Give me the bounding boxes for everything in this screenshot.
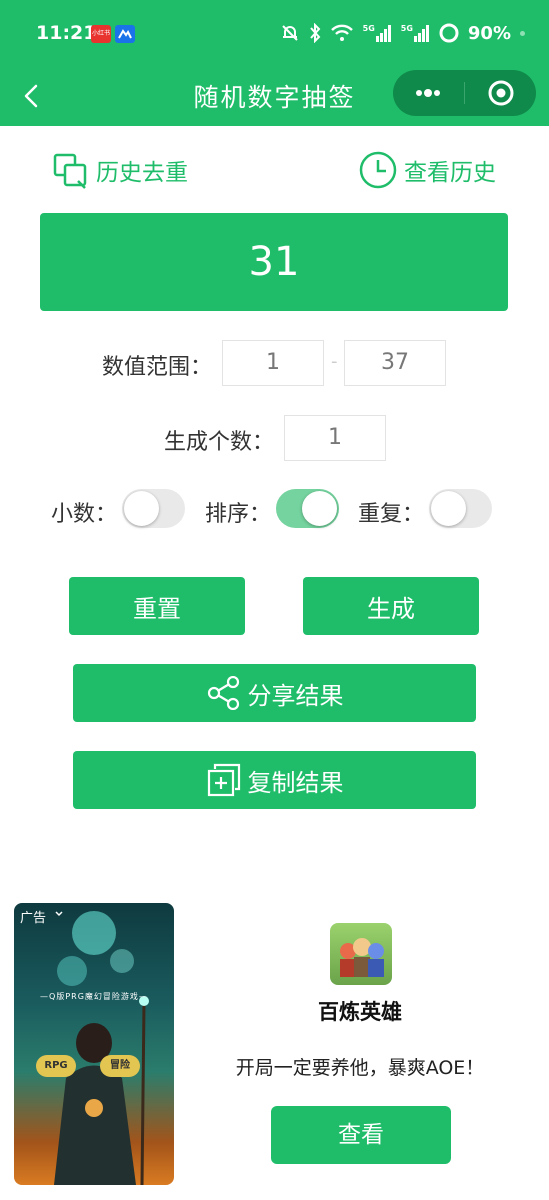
heroes-icon	[340, 938, 384, 977]
sort-label: 排序：	[205, 502, 272, 527]
copy-icon	[207, 763, 240, 797]
dedup-icon	[53, 153, 87, 189]
repeat-toggle[interactable]	[429, 489, 492, 528]
share-result-button[interactable]: 分享结果	[73, 664, 476, 722]
range-label: 数值范围：	[102, 355, 213, 380]
ad-view-button[interactable]: 查看	[271, 1106, 451, 1164]
ad-artwork	[54, 911, 149, 1185]
mute-bell-icon	[281, 25, 298, 41]
reset-button[interactable]: 重置	[69, 577, 245, 635]
status-time: 11:21	[36, 22, 97, 44]
ad-image[interactable]: 广告 —Q版PRG魔幻冒险游戏— RPG 冒险	[14, 903, 174, 1185]
signal-5g-icon: 5G	[363, 24, 392, 42]
range-max-input[interactable]: 37	[344, 340, 446, 386]
status-right: 5G 5G 90%	[280, 20, 525, 46]
rpg-badge: RPG	[36, 1055, 76, 1077]
toggle-knob	[431, 491, 466, 526]
ad-app-name: 百炼英雄	[318, 1000, 402, 1024]
copy-label: 复制结果	[247, 768, 344, 797]
copy-result-button[interactable]: 复制结果	[73, 751, 476, 809]
close-mini-program-button[interactable]	[465, 70, 536, 116]
ad-app-icon[interactable]	[330, 923, 392, 985]
range-separator: -	[331, 351, 338, 372]
share-icon	[207, 676, 239, 710]
network-5g-label: 5G	[362, 24, 375, 33]
view-history-label: 查看历史	[404, 160, 496, 186]
ad-banner-text: —Q版PRG魔幻冒险游戏—	[40, 992, 148, 1001]
result-display: 31	[40, 213, 508, 311]
decimal-label: 小数：	[51, 502, 118, 527]
xiaohongshu-app-icon: 小红书	[91, 25, 111, 43]
wifi-icon	[330, 24, 353, 41]
sort-toggle[interactable]	[276, 489, 339, 528]
repeat-label: 重复：	[358, 502, 425, 527]
count-input[interactable]: 1	[284, 415, 386, 461]
generate-label: 生成	[367, 594, 415, 623]
toggle-knob	[302, 491, 337, 526]
range-min-input[interactable]: 1	[222, 340, 324, 386]
mini-program-capsule	[393, 70, 536, 116]
navbar: 随机数字抽签	[0, 66, 549, 126]
count-label: 生成个数：	[164, 430, 275, 455]
ad-tag[interactable]: 广告	[20, 907, 46, 926]
signal-5g-icon: 5G	[401, 24, 430, 42]
battery-icon	[439, 23, 459, 43]
header: 11:21 小红书 5G 5G 90% 随机数字抽签	[0, 0, 549, 126]
target-circle-icon	[488, 80, 514, 106]
bluetooth-icon	[309, 23, 320, 43]
toggle-knob	[124, 491, 159, 526]
view-history-link[interactable]: 查看历史	[358, 150, 496, 190]
history-dedup-link[interactable]: 历史去重	[52, 150, 188, 190]
clock-icon	[359, 151, 397, 189]
network-5g-label: 5G	[400, 24, 413, 33]
chevron-down-icon	[55, 911, 63, 917]
decimal-toggle[interactable]	[122, 489, 185, 528]
ad-description: 开局一定要养他，暴爽AOE！	[235, 1057, 485, 1079]
history-dedup-label: 历史去重	[96, 160, 188, 186]
share-label: 分享结果	[247, 681, 344, 710]
status-bar: 11:21 小红书 5G 5G 90%	[0, 0, 549, 66]
status-dot	[520, 30, 525, 36]
generate-button[interactable]: 生成	[303, 577, 479, 635]
more-dots-icon	[416, 89, 440, 97]
adventure-badge: 冒险	[100, 1055, 140, 1077]
app-notification-icon	[115, 25, 135, 43]
battery-percent: 90%	[467, 22, 511, 44]
more-button[interactable]	[393, 70, 464, 116]
reset-label: 重置	[133, 594, 181, 623]
